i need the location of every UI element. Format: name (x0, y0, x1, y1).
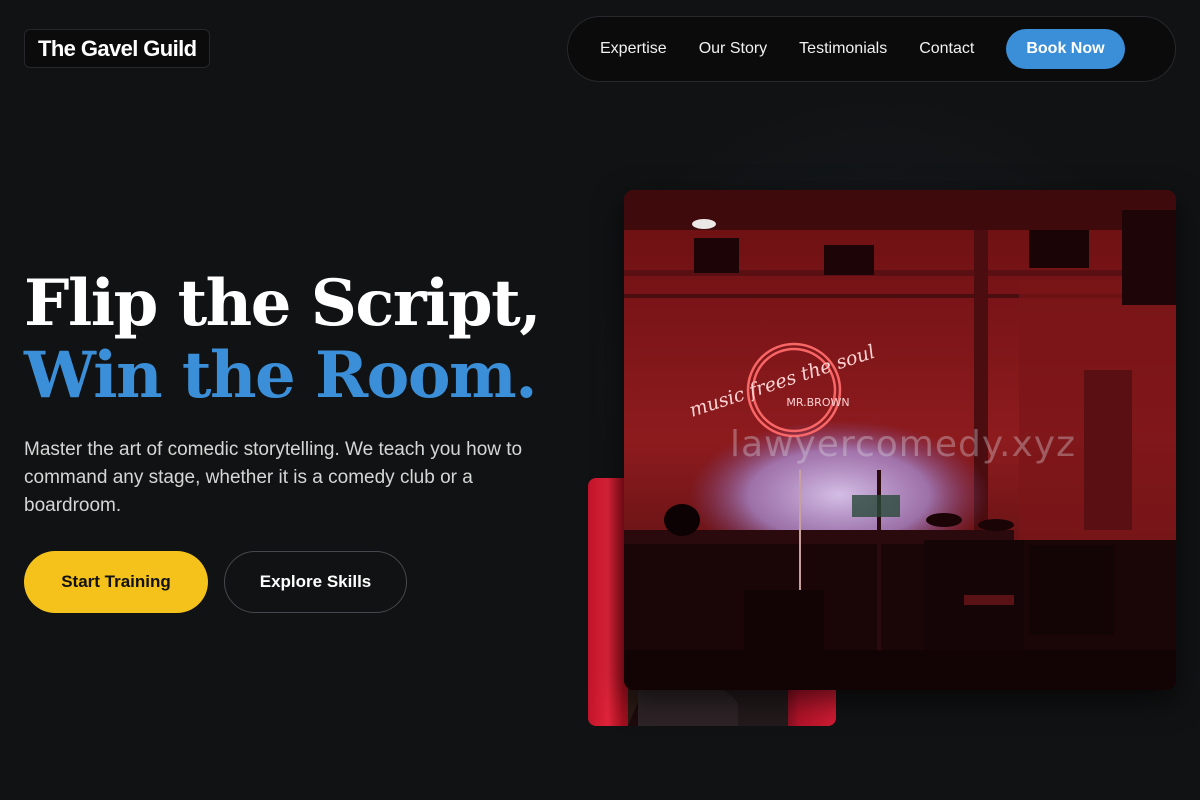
main-nav: Expertise Our Story Testimonials Contact… (567, 16, 1176, 82)
headline-line-2: Win the Room. (24, 338, 538, 413)
headline-line-1: Flip the Script, (24, 266, 542, 341)
nav-link-expertise[interactable]: Expertise (600, 40, 667, 58)
nav-link-our-story[interactable]: Our Story (699, 40, 767, 58)
neon-sign-subtext: MR.BROWN (786, 396, 849, 409)
hero-headline: Flip the Script, Win the Room. (24, 266, 542, 413)
book-now-button[interactable]: Book Now (1006, 29, 1125, 69)
hero-subtitle: Master the art of comedic storytelling. … (24, 439, 523, 516)
start-training-button[interactable]: Start Training (24, 551, 208, 613)
brand-logo[interactable]: The Gavel Guild (24, 29, 211, 68)
watermark-text: lawyercomedy.xyz (730, 424, 1076, 465)
nav-link-contact[interactable]: Contact (919, 40, 974, 58)
nav-link-testimonials[interactable]: Testimonials (799, 40, 887, 58)
explore-skills-button[interactable]: Explore Skills (224, 551, 407, 613)
